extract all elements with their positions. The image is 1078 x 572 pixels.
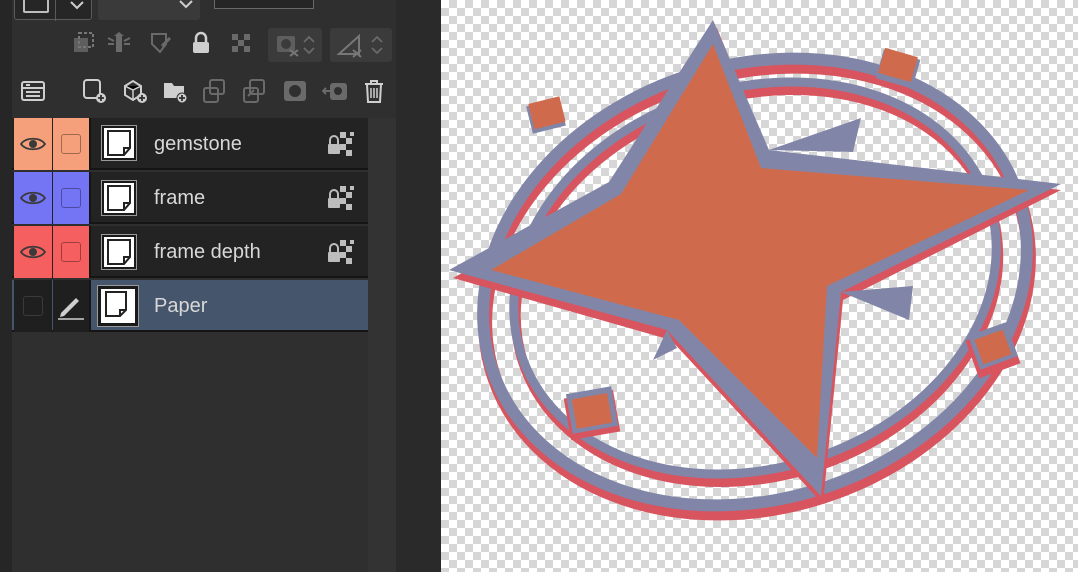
new-raster-layer-icon[interactable] (80, 76, 110, 106)
layer-list-scroll-area[interactable] (368, 118, 396, 572)
page-icon (107, 130, 131, 156)
ruler-toggle-icon[interactable] (334, 30, 364, 60)
edit-target-box (61, 242, 81, 262)
visibility-toggle[interactable] (14, 118, 52, 170)
delete-layer-icon[interactable] (359, 76, 389, 106)
layer-name: gemstone (154, 133, 242, 155)
clip-mask-icon[interactable] (68, 28, 98, 58)
panel-edge (0, 0, 12, 572)
new-vector-layer-icon[interactable] (120, 76, 150, 106)
edit-target-box (61, 188, 81, 208)
dropdown-separator (55, 0, 56, 21)
eye-icon (20, 191, 46, 205)
blend-mode-swatch (23, 0, 49, 13)
pen-icon (58, 298, 84, 320)
edit-target-box (61, 134, 81, 154)
mask-toggle-icon[interactable] (272, 30, 302, 60)
visibility-toggle[interactable] (14, 280, 52, 332)
opacity-dropdown[interactable] (98, 0, 200, 20)
visibility-checkbox (23, 296, 43, 316)
layer-name: frame (154, 187, 206, 209)
ring-gem (563, 386, 621, 441)
draft-layer-icon[interactable] (146, 28, 176, 58)
visibility-toggle[interactable] (14, 172, 52, 224)
row-separator (89, 226, 91, 278)
combine-below-icon[interactable] (240, 76, 270, 106)
edit-target-toggle[interactable] (53, 172, 89, 224)
lock-transparency-icon[interactable] (226, 28, 256, 58)
layer-row-gemstone[interactable]: gemstone (12, 118, 368, 170)
chevron-updown-icon (303, 35, 315, 55)
apply-mask-icon[interactable] (320, 76, 350, 106)
layer-name: Paper (154, 295, 208, 317)
page-icon (105, 291, 127, 317)
layer-row-paper[interactable]: Paper (12, 280, 368, 332)
chevron-down-icon (179, 0, 193, 9)
blend-mode-dropdown[interactable] (14, 0, 92, 21)
lock-transparency-icon[interactable] (326, 130, 356, 158)
chevron-down-icon (70, 1, 84, 10)
row-separator (89, 280, 91, 332)
layer-property-icon[interactable] (18, 76, 48, 106)
panel-divider (396, 0, 441, 572)
layer-thumbnail (97, 285, 139, 327)
layer-row-frame-depth[interactable]: frame depth (12, 226, 368, 278)
layer-name: frame depth (154, 241, 261, 263)
new-folder-icon[interactable] (160, 76, 190, 106)
artwork-emblem (449, 20, 1061, 521)
transfer-below-icon[interactable] (200, 76, 230, 106)
reference-layer-icon[interactable] (104, 28, 134, 58)
create-mask-icon[interactable] (280, 76, 310, 106)
eye-icon (20, 137, 46, 151)
layer-panel: gemstone frame frame depth Paper (0, 0, 396, 572)
page-icon (107, 239, 131, 265)
row-separator (89, 118, 91, 170)
canvas[interactable] (441, 0, 1078, 572)
page-icon (107, 185, 131, 211)
edit-target-toggle[interactable] (53, 226, 89, 278)
lock-transparency-icon[interactable] (326, 184, 356, 212)
layer-thumbnail (101, 234, 137, 270)
layer-thumbnail (101, 180, 137, 216)
edit-target-toggle[interactable] (53, 280, 89, 332)
lock-transparency-icon[interactable] (326, 238, 356, 266)
chevron-updown-icon (371, 35, 383, 55)
eye-icon (20, 245, 46, 259)
layer-thumbnail (101, 125, 137, 161)
opacity-field[interactable] (214, 0, 314, 9)
ring-gem (526, 96, 566, 134)
visibility-toggle[interactable] (14, 226, 52, 278)
lock-icon[interactable] (186, 28, 216, 58)
edit-target-toggle[interactable] (53, 118, 89, 170)
layer-row-frame[interactable]: frame (12, 172, 368, 224)
row-separator (89, 172, 91, 224)
